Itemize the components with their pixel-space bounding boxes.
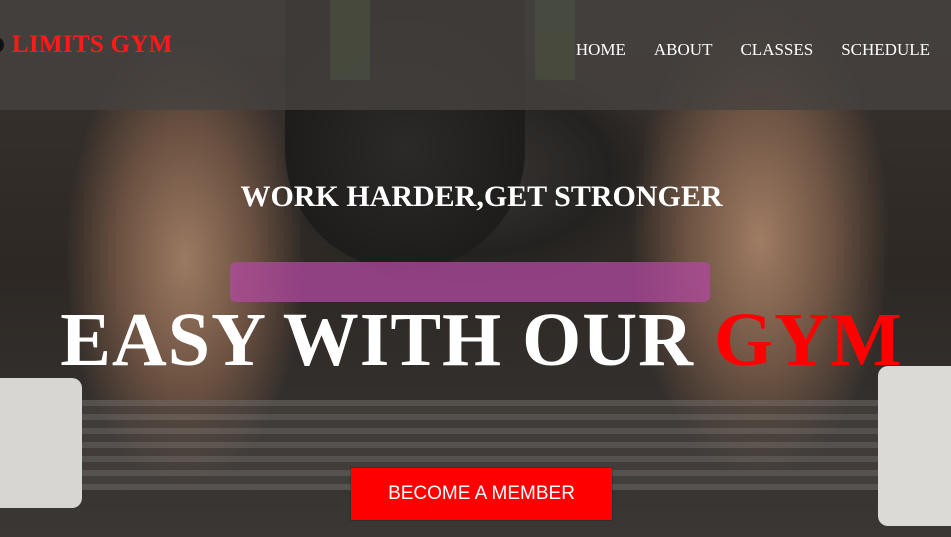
nav-classes[interactable]: CLASSES — [740, 40, 813, 60]
headline-accent: GYM — [714, 298, 903, 382]
hero-headline: EASY WITH OUR GYM — [0, 297, 951, 384]
nav-about[interactable]: ABOUT — [654, 40, 713, 60]
headline-main: EASY WITH OUR — [60, 298, 695, 382]
become-member-button[interactable]: BECOME A MEMBER — [351, 468, 612, 520]
logo-icon — [0, 38, 4, 52]
hero-tagline: WORK HARDER,GET STRONGER — [240, 180, 723, 213]
navbar: LIMITS GYM HOME ABOUT CLASSES SCHEDULE — [0, 0, 951, 110]
main-nav: HOME ABOUT CLASSES SCHEDULE — [576, 40, 930, 60]
brand-name: LIMITS GYM — [12, 31, 173, 58]
brand-logo[interactable]: LIMITS GYM — [0, 31, 173, 59]
decor-wrist-wrap — [0, 378, 82, 508]
decor-wrist-wrap — [878, 366, 951, 526]
decor-mat — [230, 262, 710, 302]
nav-home[interactable]: HOME — [576, 40, 626, 60]
nav-schedule[interactable]: SCHEDULE — [841, 40, 930, 60]
